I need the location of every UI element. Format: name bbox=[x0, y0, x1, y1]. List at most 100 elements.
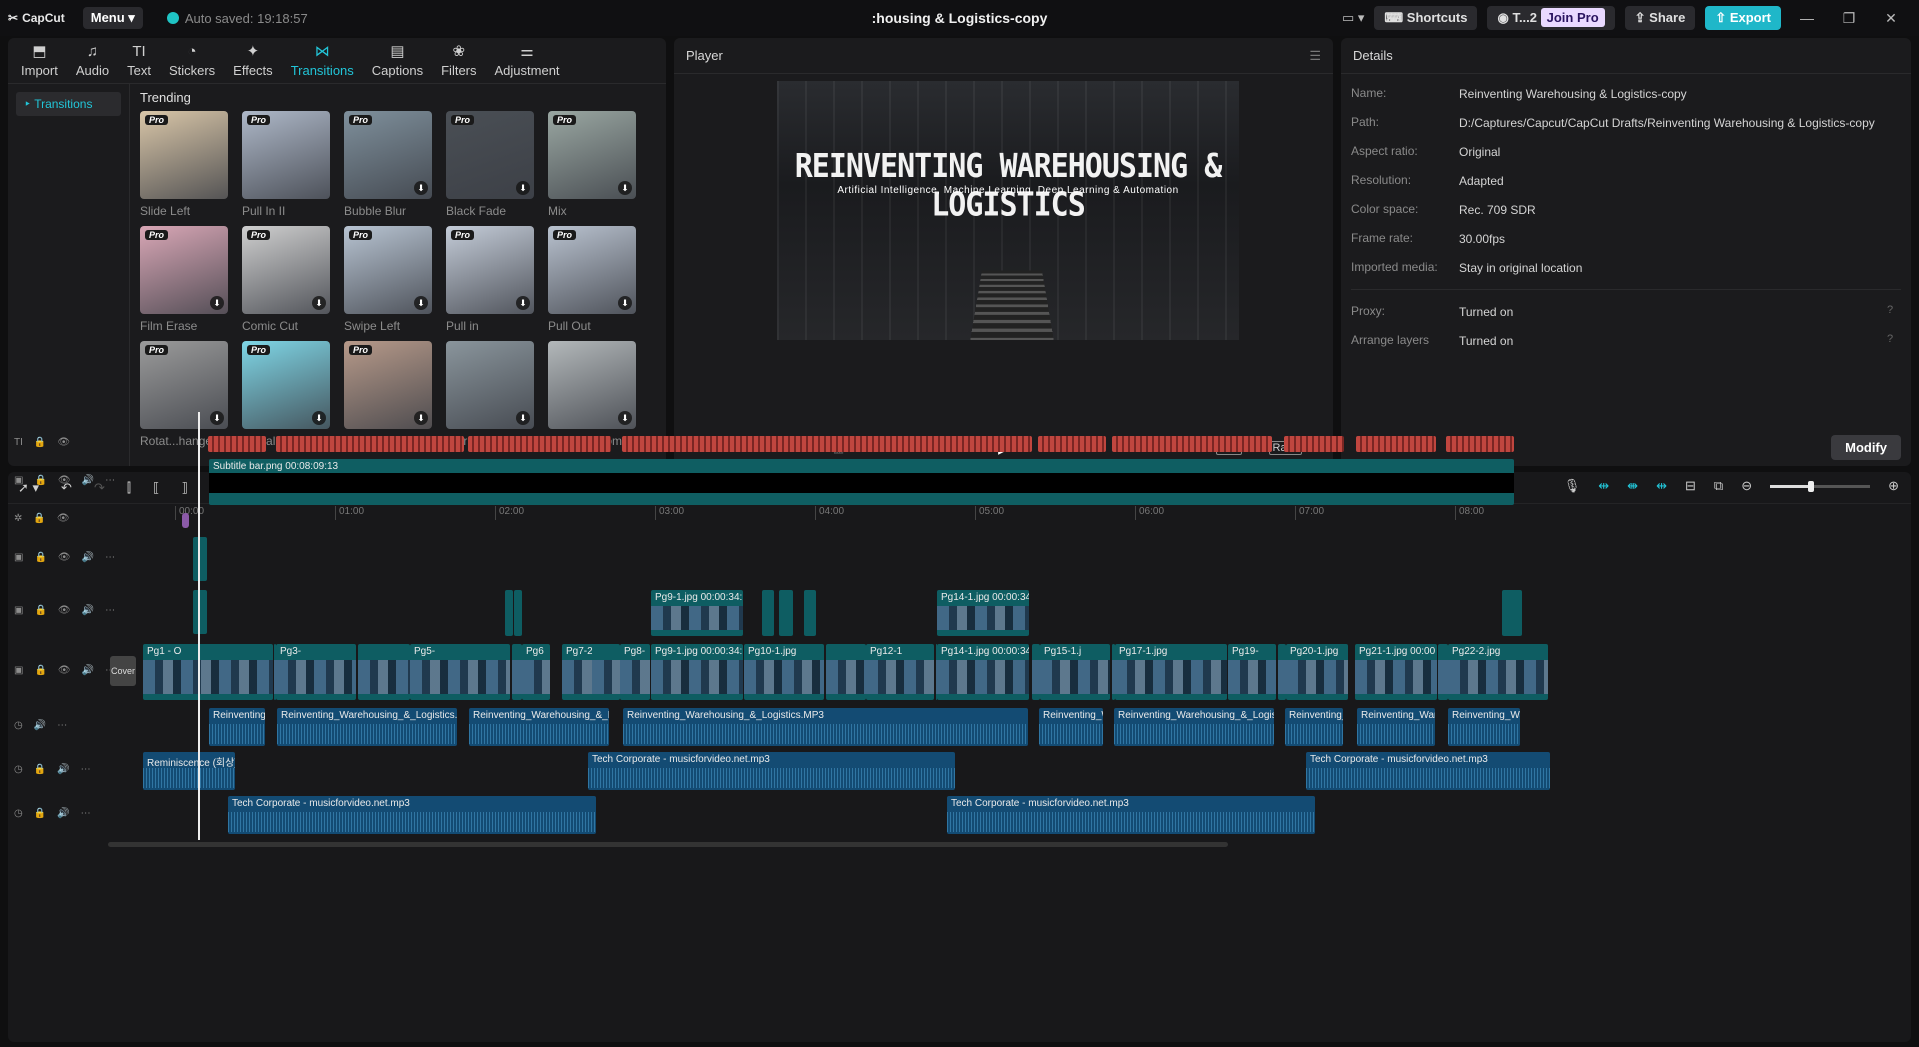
download-icon[interactable]: ⬇ bbox=[516, 411, 530, 425]
video-track-icon[interactable]: ▣ bbox=[14, 552, 23, 563]
main-video-clip[interactable]: Pg3- bbox=[276, 644, 356, 700]
download-icon[interactable]: ⬇ bbox=[516, 296, 530, 310]
modify-button[interactable]: Modify bbox=[1831, 435, 1901, 460]
main-video-clip[interactable]: Pg5- bbox=[410, 644, 510, 700]
main-video-clip[interactable]: Pg9-1.jpg 00:00:34: bbox=[651, 644, 743, 700]
lock-icon[interactable]: 🔒 bbox=[34, 552, 46, 563]
download-icon[interactable]: ⬇ bbox=[414, 296, 428, 310]
transition-thumbnail[interactable]: Pro ⬇ bbox=[242, 226, 330, 314]
transition-card[interactable]: Pro ⬇ Mix bbox=[548, 111, 636, 218]
download-icon[interactable]: ⬇ bbox=[210, 411, 224, 425]
transition-thumbnail[interactable]: Pro ⬇ bbox=[140, 226, 228, 314]
main-video-clip[interactable]: Pg1 - O bbox=[143, 644, 273, 700]
video-clip[interactable]: Subtitle bar.png 00:08:09:13 bbox=[209, 459, 1514, 505]
video-track-icon[interactable]: ▣ bbox=[14, 605, 23, 616]
music-clip[interactable]: Reminiscence (회상) l bbox=[143, 752, 235, 790]
voice-track-icon[interactable]: ◷ bbox=[14, 720, 23, 731]
eye-icon[interactable]: 👁 bbox=[57, 437, 70, 448]
transition-thumbnail[interactable]: Pro bbox=[140, 111, 228, 199]
main-video-clip[interactable] bbox=[1112, 644, 1115, 700]
main-video-clip[interactable] bbox=[936, 644, 937, 700]
effect-clip[interactable] bbox=[182, 513, 189, 528]
text-clip[interactable] bbox=[1284, 436, 1344, 452]
download-icon[interactable]: ⬇ bbox=[618, 411, 632, 425]
main-track-magnet-icon[interactable]: ⇹ bbox=[1598, 478, 1609, 494]
eye-icon[interactable]: 👁 bbox=[58, 605, 71, 616]
video-clip[interactable]: Pg9-1.jpg 00:00:34: bbox=[651, 590, 743, 636]
download-icon[interactable]: ⬇ bbox=[618, 296, 632, 310]
lock-icon[interactable]: 🔒 bbox=[34, 764, 46, 775]
music-track-icon[interactable]: ◷ bbox=[14, 764, 23, 775]
text-clip[interactable] bbox=[276, 436, 464, 452]
video-clip[interactable] bbox=[1502, 590, 1522, 636]
linkage-icon[interactable]: ⇹ bbox=[1656, 478, 1667, 494]
voice-clip[interactable]: Reinventing_W bbox=[1039, 708, 1103, 746]
more-icon[interactable]: ⋯ bbox=[105, 552, 115, 563]
voice-clip[interactable]: Reinventing_Warehousing_&_Lo bbox=[469, 708, 609, 746]
main-video-clip[interactable]: Pg21-1.jpg 00:00 bbox=[1355, 644, 1437, 700]
transition-thumbnail[interactable]: Pro ⬇ bbox=[548, 226, 636, 314]
audio-icon[interactable]: 🔊 bbox=[57, 764, 69, 775]
main-video-clip[interactable] bbox=[512, 644, 522, 700]
menu-button[interactable]: Menu ▾ bbox=[82, 7, 143, 29]
transition-card[interactable]: Pro⬇Tremble Zoom bbox=[344, 341, 432, 448]
help-icon[interactable]: ? bbox=[1887, 333, 1901, 349]
main-video-clip[interactable]: Pg22-2.jpg bbox=[1448, 644, 1548, 700]
join-pro-badge[interactable]: Join Pro bbox=[1540, 8, 1605, 27]
transition-thumbnail[interactable]: ⬇ bbox=[446, 341, 534, 429]
trim-left-icon[interactable]: ⟦ bbox=[153, 480, 159, 496]
transition-card[interactable]: Pro Pull In II bbox=[242, 111, 330, 218]
timeline-fit-icon[interactable]: ⧉ bbox=[1714, 478, 1723, 494]
music-clip[interactable]: Tech Corporate - musicforvideo.net.mp3 bbox=[228, 796, 596, 834]
main-video-clip[interactable] bbox=[826, 644, 866, 700]
main-video-clip[interactable]: Pg14-1.jpg 00:00:34 bbox=[937, 644, 1029, 700]
player-menu-icon[interactable]: ☰ bbox=[1309, 48, 1321, 64]
transition-thumbnail[interactable]: Pro ⬇ bbox=[344, 111, 432, 199]
main-video-clip[interactable] bbox=[1438, 644, 1448, 700]
transition-card[interactable]: Pro ⬇ Film Erase bbox=[140, 226, 228, 333]
account-button[interactable]: ◉ T...2 Join Pro bbox=[1487, 6, 1615, 30]
text-clip[interactable] bbox=[208, 436, 266, 452]
text-clip[interactable] bbox=[468, 436, 611, 452]
voice-clip[interactable]: Reinventing_ bbox=[209, 708, 265, 746]
download-icon[interactable]: ⬇ bbox=[414, 411, 428, 425]
transition-thumbnail[interactable]: Pro ⬇ bbox=[344, 226, 432, 314]
main-video-clip[interactable] bbox=[1032, 644, 1040, 700]
tab-captions[interactable]: ▤ Captions bbox=[363, 38, 432, 83]
video-clip[interactable] bbox=[193, 537, 207, 581]
voice-clip[interactable]: Reinventing_Warehousing_&_Logist bbox=[1114, 708, 1274, 746]
lock-icon[interactable]: 🔒 bbox=[34, 808, 46, 819]
main-video-clip[interactable]: Pg17-1.jpg bbox=[1115, 644, 1227, 700]
transition-thumbnail[interactable]: Pro ⬇ bbox=[446, 111, 534, 199]
video-clip[interactable] bbox=[505, 590, 513, 636]
audio-icon[interactable]: 🔊 bbox=[57, 808, 69, 819]
transition-card[interactable]: Pro ⬇ Bubble Blur bbox=[344, 111, 432, 218]
tab-stickers[interactable]: ◔ Stickers bbox=[160, 38, 224, 83]
video-clip[interactable] bbox=[193, 590, 207, 634]
eye-icon[interactable]: 👁 bbox=[58, 552, 71, 563]
sidebar-item-transitions[interactable]: ‣ Transitions bbox=[16, 92, 121, 116]
transition-card[interactable]: Pro⬇Signal Glitch 2 bbox=[242, 341, 330, 448]
shortcuts-button[interactable]: ⌨ Shortcuts bbox=[1374, 6, 1478, 30]
tab-import[interactable]: ⬒ Import bbox=[12, 38, 67, 83]
tab-text[interactable]: TI Text bbox=[118, 38, 160, 83]
tab-filters[interactable]: ❀ Filters bbox=[432, 38, 485, 83]
voice-clip[interactable]: Reinventing_Ware bbox=[1357, 708, 1435, 746]
voice-clip[interactable]: Reinventing_Warehousing_&_Logistics.MP3 bbox=[623, 708, 1028, 746]
transition-thumbnail[interactable]: Pro ⬇ bbox=[548, 111, 636, 199]
maximize-icon[interactable]: ❐ bbox=[1833, 10, 1865, 27]
transition-card[interactable]: Pro ⬇ Swipe Left bbox=[344, 226, 432, 333]
audio-icon[interactable]: 🔊 bbox=[82, 605, 94, 616]
transition-card[interactable]: Pro ⬇ Comic Cut bbox=[242, 226, 330, 333]
more-icon[interactable]: ⋯ bbox=[57, 720, 67, 731]
lock-icon[interactable]: 🔒 bbox=[34, 437, 46, 448]
audio-icon[interactable]: 🔊 bbox=[82, 665, 94, 676]
audio-icon[interactable]: 🔊 bbox=[82, 475, 94, 486]
main-video-clip[interactable]: Pg19- bbox=[1228, 644, 1276, 700]
download-icon[interactable]: ⬇ bbox=[618, 181, 632, 195]
main-video-clip[interactable]: Pg20-1.jpg bbox=[1286, 644, 1348, 700]
main-video-clip[interactable]: Pg8- bbox=[620, 644, 650, 700]
voice-clip[interactable]: Reinventing_ bbox=[1285, 708, 1343, 746]
transition-thumbnail[interactable]: Pro bbox=[242, 111, 330, 199]
effect-track-icon[interactable]: ✲ bbox=[14, 513, 22, 524]
